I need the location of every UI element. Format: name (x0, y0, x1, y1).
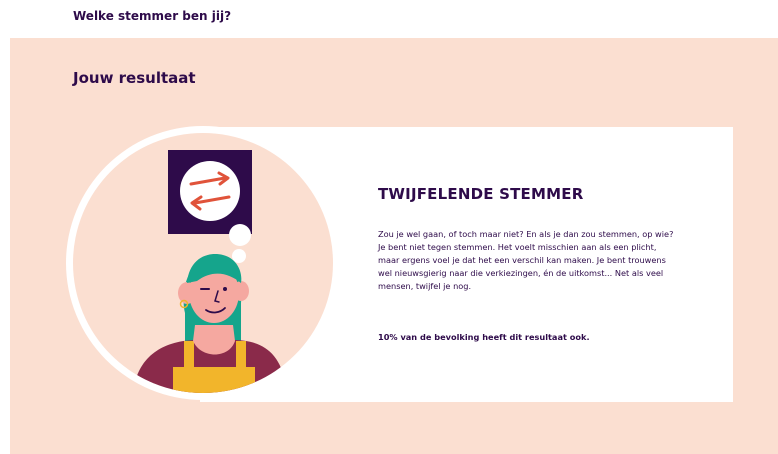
page-title: Welke stemmer ben jij? (73, 9, 232, 23)
illustration-circle (66, 126, 340, 400)
result-statistic: 10% van de bevolking heeft dit resultaat… (378, 332, 590, 342)
result-description: Zou je wel gaan, of toch maar niet? En a… (378, 229, 674, 291)
result-type-title: TWIJFELENDE STEMMER (378, 185, 584, 203)
thinking-person-with-swap-arrows-icon (133, 150, 287, 393)
result-panel: Jouw resultaat TWIJFELENDE STEMMER Zou j… (10, 38, 778, 454)
result-heading: Jouw resultaat (73, 69, 196, 87)
